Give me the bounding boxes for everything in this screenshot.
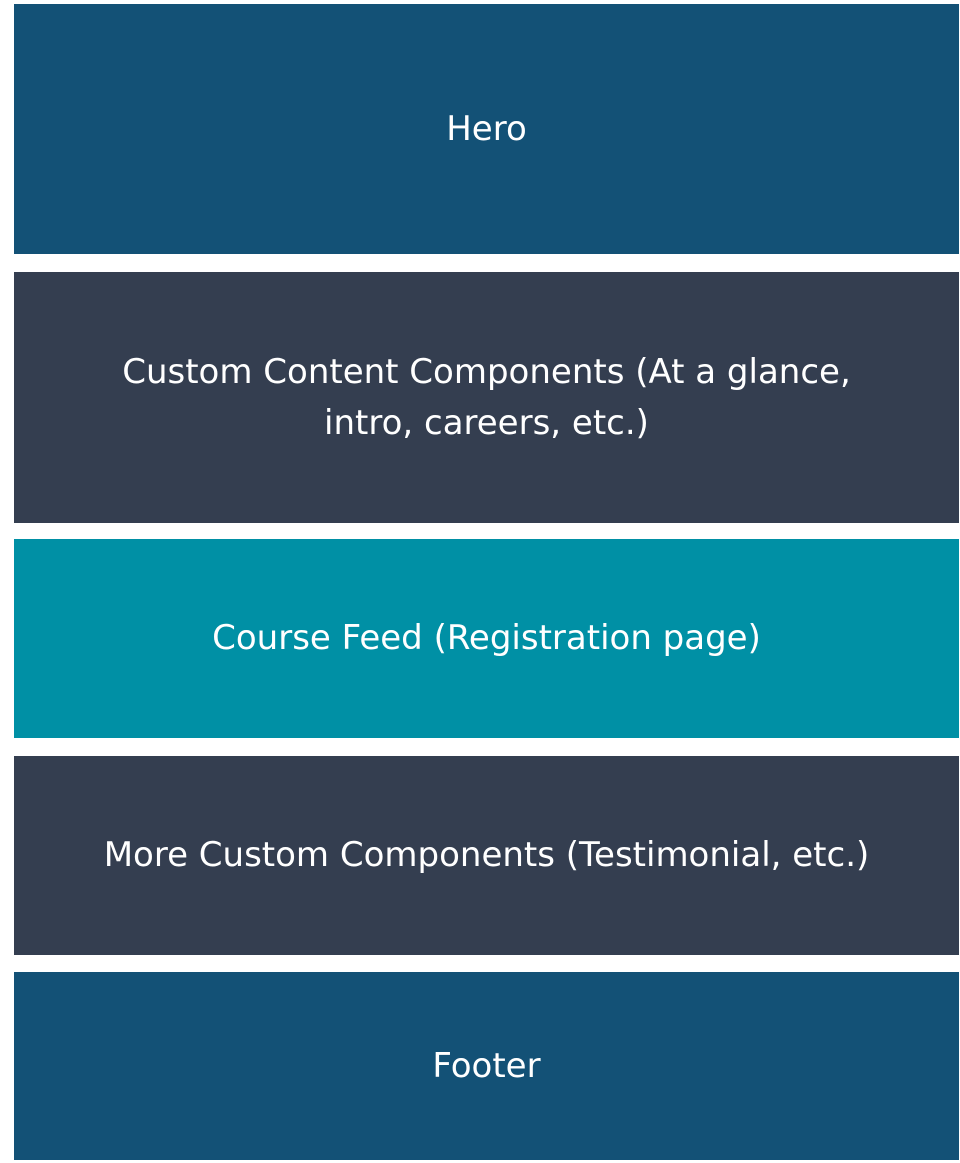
more-custom-components-block: More Custom Components (Testimonial, etc…	[14, 756, 959, 955]
course-feed-label: Course Feed (Registration page)	[212, 618, 761, 658]
footer-block: Footer	[14, 972, 959, 1160]
custom-content-components-block: Custom Content Components (At a glance, …	[14, 272, 959, 523]
custom-content-components-label-line-1: Custom Content Components (At a glance,	[122, 351, 851, 392]
custom-content-components-label: Custom Content Components (At a glance, …	[122, 347, 851, 449]
footer-label: Footer	[432, 1045, 541, 1086]
hero-label: Hero	[446, 108, 527, 149]
more-custom-components-label: More Custom Components (Testimonial, etc…	[103, 835, 870, 875]
course-feed-block: Course Feed (Registration page)	[14, 539, 959, 738]
custom-content-components-label-line-2: intro, careers, etc.)	[324, 402, 649, 443]
hero-block: Hero	[14, 4, 959, 254]
